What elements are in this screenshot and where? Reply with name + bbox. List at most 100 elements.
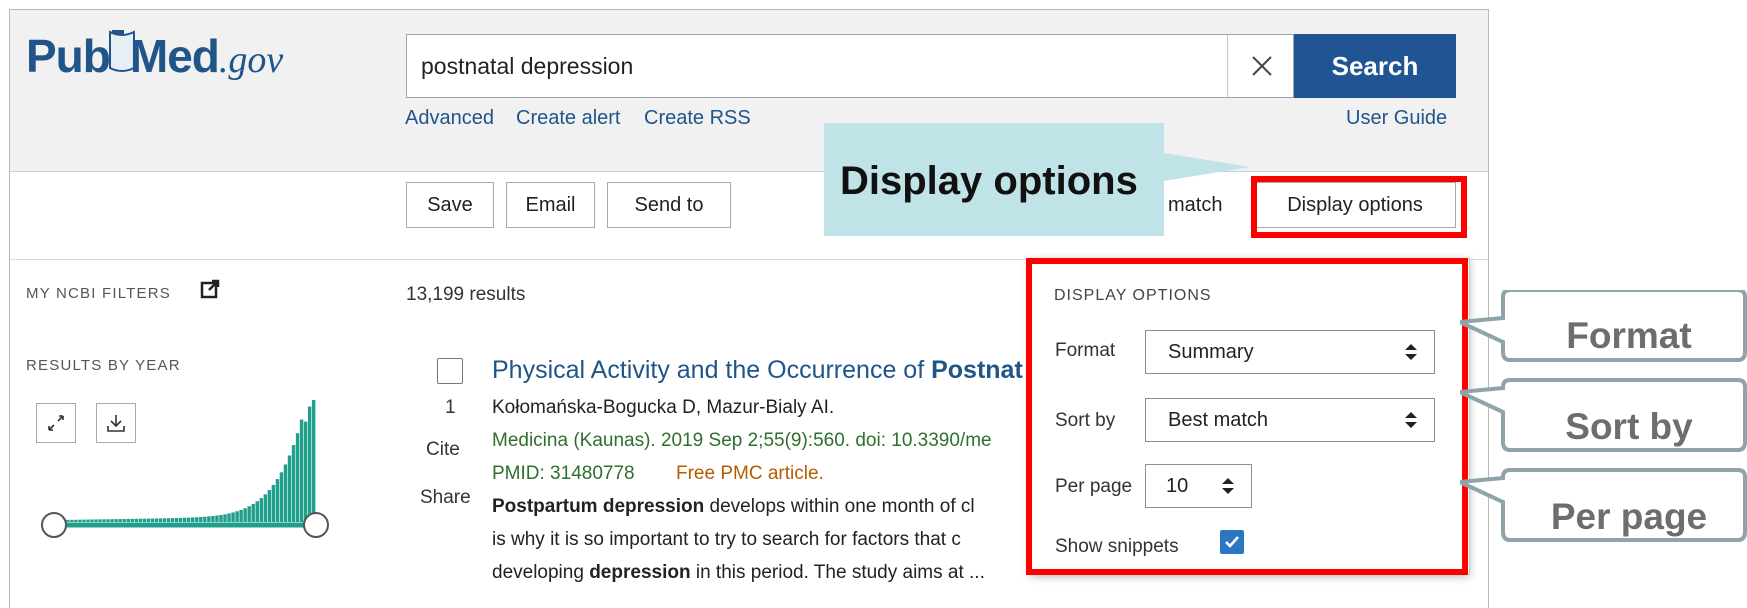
search-button[interactable]: Search <box>1294 34 1456 98</box>
histogram-bar <box>207 516 211 522</box>
histogram-bar <box>211 516 215 522</box>
result-citation: Medicina (Kaunas). 2019 Sep 2;55(9):560.… <box>492 430 992 451</box>
create-rss-link[interactable]: Create RSS <box>644 107 751 130</box>
histogram-bar <box>86 519 90 522</box>
histogram-bar <box>187 517 191 522</box>
histogram-bar <box>146 518 151 522</box>
histogram-bars <box>58 400 316 522</box>
result-snippet-line: is why it is so important to try to sear… <box>492 529 961 550</box>
histogram-bar <box>166 518 171 522</box>
histogram-bar <box>283 464 288 522</box>
external-link-icon[interactable] <box>200 279 220 299</box>
per-page-callout-label: Per page <box>1550 496 1708 537</box>
result-snippet-line: developing depression in this period. Th… <box>492 562 985 584</box>
histogram-bar <box>219 514 223 522</box>
histogram-bar <box>170 518 175 522</box>
result-select-checkbox[interactable] <box>437 358 463 384</box>
results-by-year-histogram[interactable] <box>26 400 356 600</box>
result-title-text: Physical Activity and the Occurrence of <box>492 356 932 384</box>
display-options-panel-highlight <box>1026 258 1468 575</box>
histogram-bar <box>311 400 316 522</box>
result-snippet-line: Postpartum depression develops within on… <box>492 496 975 518</box>
histogram-bar <box>118 519 122 522</box>
search-input[interactable] <box>421 49 1201 83</box>
histogram-bar <box>174 518 179 522</box>
logo-gov-text: .gov <box>218 39 284 81</box>
snippet-highlight: Postpartum depression <box>492 496 705 517</box>
histogram-bar <box>162 518 167 522</box>
histogram-bar <box>279 472 284 522</box>
display-options-button-highlight <box>1251 176 1467 238</box>
histogram-bar <box>195 517 199 522</box>
histogram-bar <box>142 518 147 522</box>
histogram-bar <box>126 518 130 522</box>
user-guide-link[interactable]: User Guide <box>1346 107 1447 130</box>
snippet-text: developing <box>492 562 590 583</box>
histogram-bar <box>74 519 78 522</box>
my-ncbi-filters-heading[interactable]: MY NCBI FILTERS <box>26 285 171 302</box>
format-callout-label: Format <box>1566 315 1692 356</box>
histogram-bar <box>90 519 94 522</box>
logo-med-text: Med <box>129 30 220 82</box>
histogram-bar <box>287 455 292 522</box>
histogram-bar <box>275 479 280 522</box>
histogram-bar <box>150 518 155 522</box>
histogram-bar <box>110 519 114 522</box>
result-authors: Kołomańska-Bogucka D, Mazur-Bialy AI. <box>492 397 835 418</box>
histogram-bar <box>203 516 207 522</box>
histogram-bar <box>94 519 98 522</box>
save-button[interactable]: Save <box>406 182 494 228</box>
results-count: 13,199 results <box>406 284 526 305</box>
histogram-bar <box>299 419 304 522</box>
histogram-bar <box>134 518 139 522</box>
histogram-bar <box>251 503 255 522</box>
histogram-bar <box>247 506 251 522</box>
histogram-bar <box>158 518 163 522</box>
share-button[interactable]: Share <box>420 487 471 509</box>
display-options-callout-label: Display options <box>840 159 1138 203</box>
close-icon <box>1251 56 1272 76</box>
histogram-bar <box>138 518 143 522</box>
histogram-bar <box>243 508 247 522</box>
histogram-bar <box>263 494 268 522</box>
histogram-bar <box>223 514 227 522</box>
snippet-text: develops within one month of cl <box>704 496 975 517</box>
histogram-bar <box>78 519 82 522</box>
histogram-bar <box>102 519 106 522</box>
histogram-bar <box>130 518 134 522</box>
result-number: 1 <box>445 397 456 418</box>
histogram-bar <box>182 517 187 522</box>
histogram-bar <box>235 511 239 522</box>
histogram-bar <box>231 512 235 522</box>
snippet-highlight: depression <box>589 562 691 583</box>
histogram-bar <box>114 519 118 522</box>
histogram-bar <box>66 519 70 522</box>
range-handle-start[interactable] <box>41 512 67 538</box>
histogram-bar <box>178 517 183 522</box>
results-by-year-heading: RESULTS BY YEAR <box>26 357 181 374</box>
histogram-bar <box>122 518 126 522</box>
send-to-button[interactable]: Send to <box>607 182 731 228</box>
cite-button[interactable]: Cite <box>426 439 460 461</box>
clear-search-button[interactable] <box>1227 35 1295 97</box>
result-title-highlight: Postnat <box>931 356 1023 384</box>
histogram-bar <box>82 519 86 522</box>
create-alert-link[interactable]: Create alert <box>516 107 621 130</box>
result-pmid: PMID: 31480778 <box>492 463 635 484</box>
pubmed-logo[interactable]: Pub Med.gov <box>26 28 296 98</box>
histogram-bar <box>255 501 259 522</box>
search-box <box>406 34 1294 98</box>
range-handle-end[interactable] <box>303 512 329 538</box>
histogram-bar <box>303 421 308 522</box>
histogram-bar <box>295 433 300 522</box>
result-title-link[interactable]: Physical Activity and the Occurrence of … <box>492 356 1023 385</box>
advanced-search-link[interactable]: Advanced <box>405 107 494 130</box>
email-button[interactable]: Email <box>506 182 595 228</box>
snippet-text: in this period. The study aims at ... <box>690 562 985 583</box>
logo-pub-text: Pub <box>26 30 111 82</box>
histogram-bar <box>215 515 219 522</box>
sort-by-callout-label: Sort by <box>1565 406 1693 447</box>
histogram-bar <box>267 490 272 522</box>
histogram-bar <box>199 517 203 522</box>
histogram-bar <box>106 519 110 522</box>
